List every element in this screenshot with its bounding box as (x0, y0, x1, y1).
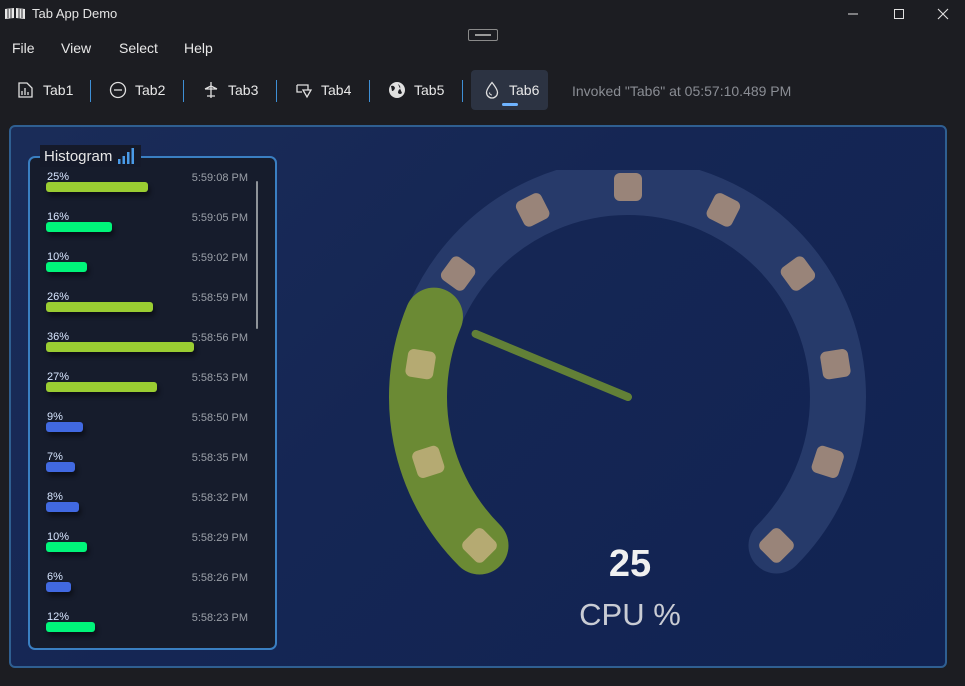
histogram-bar (46, 182, 148, 192)
minimize-icon (848, 13, 858, 15)
gauge-tick (820, 348, 851, 380)
histogram-bar (46, 262, 87, 272)
histogram-bar (46, 302, 153, 312)
menu-view[interactable]: View (61, 40, 91, 56)
histogram-bar (46, 582, 71, 592)
tab-separator (462, 80, 463, 102)
tab-3-label: Tab3 (228, 82, 259, 98)
histogram-row: 10% 5:59:02 PM (46, 251, 251, 287)
histogram-timestamp: 5:58:53 PM (191, 372, 248, 384)
tab-separator (183, 80, 184, 102)
document-chart-icon (18, 82, 33, 98)
active-tab-indicator (502, 103, 518, 106)
histogram-timestamp: 5:58:32 PM (191, 492, 248, 504)
tab-6-label: Tab6 (509, 82, 540, 98)
histogram-timestamp: 5:59:05 PM (191, 212, 248, 224)
histogram-bar (46, 502, 79, 512)
histogram-timestamp: 5:58:56 PM (191, 332, 248, 344)
histogram-timestamp: 5:58:23 PM (191, 612, 248, 624)
histogram-title: Histogram (44, 147, 113, 165)
tab-3[interactable]: Tab3 (194, 70, 266, 110)
histogram-bar (46, 222, 112, 232)
histogram-row: 8% 5:58:32 PM (46, 491, 251, 527)
gauge-value: 25 (608, 543, 652, 585)
tab-5-label: Tab5 (414, 82, 445, 98)
tab-1[interactable]: Tab1 (9, 70, 81, 110)
tab-2-label: Tab2 (135, 82, 166, 98)
airplane-icon (204, 82, 218, 98)
gauge-label: CPU % (579, 597, 681, 632)
histogram-row: 36% 5:58:56 PM (46, 331, 251, 367)
histogram-timestamp: 5:58:59 PM (191, 292, 248, 304)
histogram-row: 10% 5:58:29 PM (46, 531, 251, 567)
gauge-tick (405, 348, 436, 380)
menu-select[interactable]: Select (119, 40, 158, 56)
maximize-button[interactable] (876, 0, 922, 28)
histogram-timestamp: 5:59:08 PM (191, 172, 248, 184)
drag-handle[interactable] (468, 29, 498, 41)
histogram-header: Histogram (40, 145, 142, 167)
tab-bar: Tab1 Tab2 Tab3 Tab4 Tab5 Tab6 (0, 68, 965, 112)
tab-separator (90, 80, 91, 102)
histogram-row: 27% 5:58:53 PM (46, 371, 251, 407)
tab-separator (276, 80, 277, 102)
histogram-bar (46, 622, 95, 632)
tab-separator (369, 80, 370, 102)
histogram-bar (46, 542, 87, 552)
gauge-track (390, 170, 866, 574)
signal-bars-icon (118, 148, 135, 164)
histogram-timestamp: 5:58:50 PM (191, 412, 248, 424)
circle-dash-icon (109, 81, 127, 99)
gauge-value-arc (389, 287, 509, 575)
histogram-row: 9% 5:58:50 PM (46, 411, 251, 447)
histogram-timestamp: 5:58:35 PM (191, 452, 248, 464)
close-icon (937, 8, 949, 20)
histogram-bar (46, 382, 157, 392)
histogram-timestamp: 5:58:29 PM (191, 532, 248, 544)
tab-2[interactable]: Tab2 (101, 70, 173, 110)
histogram-row: 25% 5:59:08 PM (46, 171, 251, 207)
gauge-tick (614, 173, 642, 201)
gauge-needle (471, 329, 632, 401)
histogram-scrollbar[interactable] (256, 181, 258, 329)
histogram-row: 7% 5:58:35 PM (46, 451, 251, 487)
tab-4[interactable]: Tab4 (287, 70, 359, 110)
shapes-icon (296, 84, 313, 99)
histogram-bar (46, 342, 194, 352)
tab-4-label: Tab4 (321, 82, 352, 98)
histogram-timestamp: 5:58:26 PM (191, 572, 248, 584)
histogram-row: 12% 5:58:23 PM (46, 611, 251, 647)
tab-6[interactable]: Tab6 (471, 70, 548, 110)
title-bar: Tab App Demo (0, 0, 965, 28)
histogram-timestamp: 5:59:02 PM (191, 252, 248, 264)
maximize-icon (894, 9, 904, 19)
histogram-row: 16% 5:59:05 PM (46, 211, 251, 247)
tab-1-label: Tab1 (43, 82, 74, 98)
histogram-bar (46, 422, 83, 432)
histogram-bar (46, 462, 75, 472)
globe-icon (389, 82, 405, 98)
menu-file[interactable]: File (12, 40, 35, 56)
menu-help[interactable]: Help (184, 40, 213, 56)
window-title: Tab App Demo (32, 6, 118, 21)
histogram-row: 26% 5:58:59 PM (46, 291, 251, 327)
status-message: Invoked "Tab6" at 05:57:10.489 PM (572, 83, 792, 99)
droplet-icon (485, 81, 499, 99)
histogram-row: 6% 5:58:26 PM (46, 571, 251, 607)
minimize-button[interactable] (830, 0, 876, 28)
book-icon (5, 8, 25, 19)
close-button[interactable] (920, 0, 965, 28)
tab-5[interactable]: Tab5 (380, 70, 452, 110)
